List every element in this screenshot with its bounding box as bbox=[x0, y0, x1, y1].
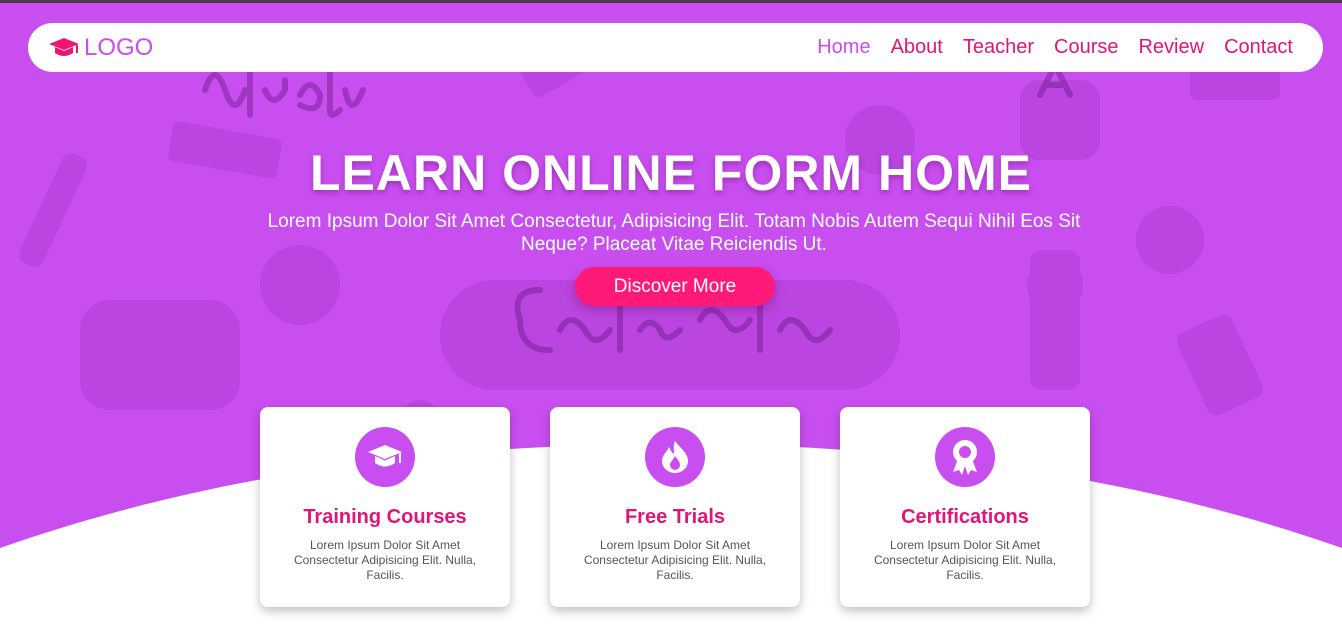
graduation-cap-icon bbox=[355, 427, 415, 487]
hero-title: LEARN ONLINE FORM HOME bbox=[310, 145, 1032, 201]
feature-title: Certifications bbox=[901, 506, 1029, 528]
feature-text: Lorem Ipsum Dolor Sit Amet Consectetur A… bbox=[583, 538, 767, 582]
discover-more-button[interactable]: Discover More bbox=[575, 267, 775, 306]
hero-subtitle: Lorem Ipsum Dolor Sit Amet Consectetur, … bbox=[267, 211, 1081, 255]
feature-text: Lorem Ipsum Dolor Sit Amet Consectetur A… bbox=[873, 538, 1057, 582]
logo[interactable]: LOGO bbox=[48, 34, 153, 62]
feature-title: Training Courses bbox=[303, 506, 467, 528]
nav-link-teacher[interactable]: Teacher bbox=[963, 36, 1034, 59]
award-icon bbox=[935, 427, 995, 487]
nav-link-course[interactable]: Course bbox=[1054, 36, 1118, 59]
feature-card-certifications[interactable]: Certifications Lorem Ipsum Dolor Sit Ame… bbox=[840, 407, 1090, 607]
navbar: LOGO Home About Teacher Course Review Co… bbox=[28, 23, 1323, 72]
fire-icon bbox=[645, 427, 705, 487]
graduation-cap-icon bbox=[48, 36, 80, 60]
nav-link-about[interactable]: About bbox=[891, 36, 943, 59]
feature-title: Free Trials bbox=[624, 506, 726, 528]
nav-link-contact[interactable]: Contact bbox=[1224, 36, 1293, 59]
feature-text: Lorem Ipsum Dolor Sit Amet Consectetur A… bbox=[293, 538, 477, 582]
logo-text: LOGO bbox=[84, 33, 154, 61]
nav-links: Home About Teacher Course Review Contact bbox=[817, 36, 1293, 59]
feature-card-training[interactable]: Training Courses Lorem Ipsum Dolor Sit A… bbox=[260, 407, 510, 607]
feature-card-free-trials[interactable]: Free Trials Lorem Ipsum Dolor Sit Amet C… bbox=[550, 407, 800, 607]
top-border bbox=[0, 0, 1342, 3]
nav-link-home[interactable]: Home bbox=[817, 36, 870, 59]
nav-link-review[interactable]: Review bbox=[1138, 36, 1204, 59]
